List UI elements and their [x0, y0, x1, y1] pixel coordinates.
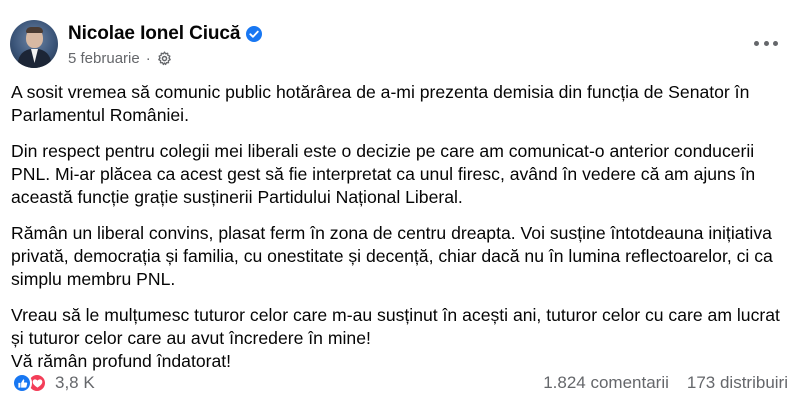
post-date[interactable]: 5 februarie — [68, 50, 140, 67]
comments-count-link[interactable]: 1.824 comentarii — [543, 373, 669, 393]
post-meta: Nicolae Ionel Ciucă 5 februarie · — [68, 22, 263, 67]
post-paragraph: Vreau să le mulțumesc tuturor celor care… — [11, 305, 780, 348]
engagement-stats: 1.824 comentarii 173 distribuiri — [543, 373, 788, 393]
post-paragraph: A sosit vremea să comunic public hotărâr… — [11, 82, 750, 125]
audience-settings-icon[interactable] — [157, 50, 172, 66]
author-name[interactable]: Nicolae Ionel Ciucă — [68, 23, 240, 45]
facebook-post: Nicolae Ionel Ciucă 5 februarie · A sosi… — [0, 0, 800, 411]
post-text: A sosit vremea să comunic public hotărâr… — [11, 81, 791, 373]
reaction-count: 3,8 K — [55, 373, 95, 392]
author-avatar[interactable] — [10, 20, 58, 68]
post-paragraph: Rămân un liberal convins, plasat ferm în… — [11, 223, 773, 289]
reactions-summary[interactable]: 3,8 K — [12, 373, 95, 393]
more-options-icon[interactable] — [754, 38, 778, 48]
meta-separator: · — [145, 49, 151, 67]
post-paragraph: Din respect pentru colegii mei liberali … — [11, 141, 756, 207]
shares-count-link[interactable]: 173 distribuiri — [687, 373, 788, 393]
verified-badge-icon — [246, 25, 263, 42]
like-icon — [12, 373, 32, 393]
post-header: Nicolae Ionel Ciucă 5 februarie · — [10, 20, 263, 68]
post-closing: Vă rămân profund îndatorat! — [11, 351, 232, 371]
post-footer: 3,8 K 1.824 comentarii 173 distribuiri — [12, 373, 788, 393]
